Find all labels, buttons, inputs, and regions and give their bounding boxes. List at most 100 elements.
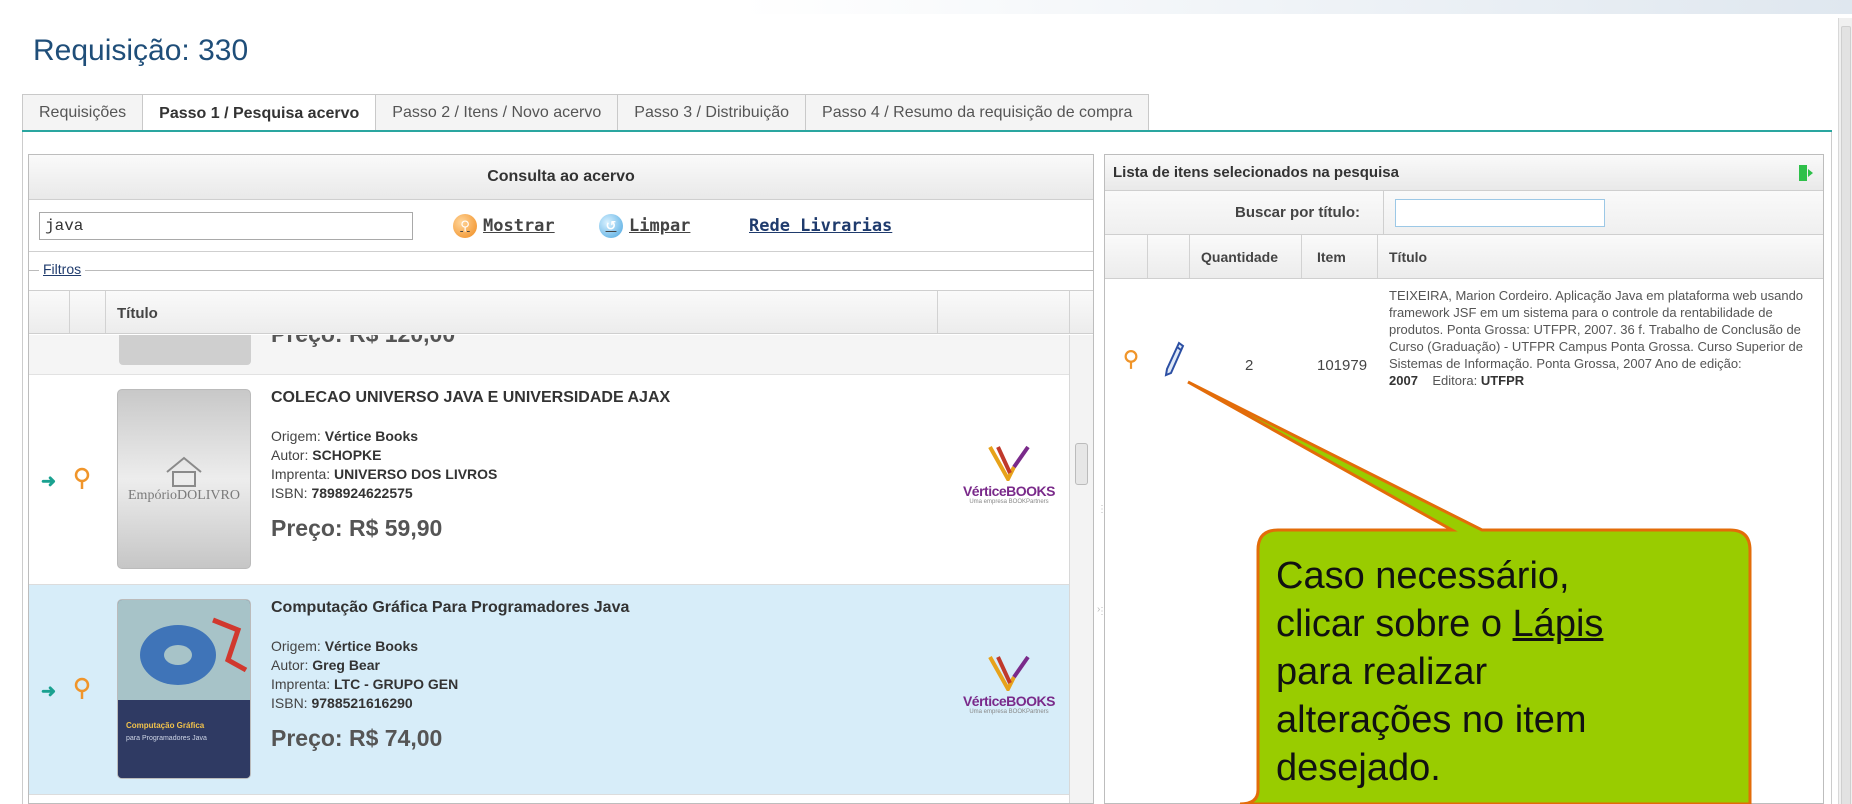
- autor-label: Autor:: [271, 657, 309, 673]
- col-divider: [937, 291, 938, 333]
- imprenta-value: LTC - GRUPO GEN: [334, 676, 459, 692]
- vendor-logo-text: VérticeBOOKS: [962, 483, 1056, 499]
- house-icon: [166, 456, 202, 487]
- svg-text:Computação Gráfica: Computação Gráfica: [126, 721, 205, 730]
- results-grid-header: Título: [29, 290, 1093, 334]
- editora-value: UTFPR: [1480, 373, 1525, 388]
- col-header-item[interactable]: Item: [1317, 249, 1346, 265]
- panel-splitter[interactable]: ⋮ › ⋮: [1094, 154, 1107, 804]
- col-header-titulo[interactable]: Título: [117, 305, 158, 322]
- search-pin-icon[interactable]: [1123, 349, 1139, 371]
- limpar-label: Limpar: [629, 216, 691, 236]
- col-header-quantidade[interactable]: Quantidade: [1201, 249, 1278, 265]
- autor-value: Greg Bear: [312, 657, 380, 673]
- book-title: Computação Gráfica Para Programadores Ja…: [271, 599, 630, 616]
- tab-passo-4[interactable]: Passo 4 / Resumo da requisição de compra: [805, 94, 1150, 130]
- cover-artwork: Computação Gráfica para Programadores Ja…: [118, 600, 250, 778]
- table-row[interactable]: ➜ Computação Gráfica para Programadores …: [29, 585, 1069, 795]
- col-divider: [105, 291, 106, 333]
- tab-passo-2[interactable]: Passo 2 / Itens / Novo acervo: [375, 94, 619, 130]
- mostrar-button[interactable]: ⚲ Mostrar: [453, 214, 555, 238]
- col-divider: [69, 291, 70, 333]
- callout-line: clicar sobre o Lápis: [1276, 600, 1736, 648]
- item-description-text: TEIXEIRA, Marion Cordeiro. Aplicação Jav…: [1389, 288, 1804, 371]
- vertice-v-icon: [988, 655, 1030, 691]
- results-scrollbar[interactable]: [1069, 335, 1093, 803]
- col-divider: [1147, 235, 1148, 278]
- isbn-label: ISBN:: [271, 695, 308, 711]
- callout-line: para realizar: [1276, 651, 1488, 693]
- search-input[interactable]: [39, 212, 413, 240]
- origem-label: Origem:: [271, 428, 321, 444]
- book-meta: Origem: Vértice Books Autor: Greg Bear I…: [271, 637, 458, 713]
- col-divider: [1383, 191, 1384, 234]
- isbn-value: 7898924622575: [311, 485, 413, 501]
- filtros-link[interactable]: Filtros: [39, 261, 86, 277]
- callout-lapis-word: Lápis: [1512, 603, 1604, 645]
- svg-text:para Programadores Java: para Programadores Java: [126, 735, 207, 742]
- col-divider: [1301, 235, 1302, 278]
- title-filter-input[interactable]: [1395, 199, 1605, 227]
- vertice-v-icon: [988, 445, 1030, 481]
- exit-icon[interactable]: [1797, 164, 1815, 182]
- limpar-button[interactable]: ↺ Limpar: [599, 214, 690, 238]
- search-pin-icon[interactable]: [73, 467, 91, 491]
- mostrar-label: Mostrar: [483, 216, 555, 236]
- pencil-icon[interactable]: [1163, 341, 1185, 377]
- autor-value: SCHOPKE: [312, 447, 382, 463]
- title-filter-label: Buscar por título:: [1235, 204, 1361, 221]
- book-price: Preço: R$ 59,90: [271, 515, 443, 541]
- item-value: 101979: [1317, 357, 1368, 374]
- vendor-logo-sub: Uma empresa BOOKPartners: [969, 709, 1049, 715]
- clear-icon: ↺: [599, 214, 623, 238]
- origem-value: Vértice Books: [324, 428, 419, 444]
- callout-line: alterações no item: [1276, 699, 1587, 741]
- rede-livrarias-link[interactable]: Rede Livrarias: [749, 216, 892, 236]
- book-cover: Computação Gráfica para Programadores Ja…: [117, 599, 251, 779]
- consulta-acervo-header: Consulta ao acervo: [29, 155, 1093, 200]
- imprenta-label: Imprenta:: [271, 466, 331, 482]
- book-cover: [119, 335, 251, 365]
- selected-items-header: Lista de itens selecionados na pesquisa: [1105, 155, 1823, 191]
- results-scrollbar-thumb[interactable]: [1075, 443, 1088, 485]
- item-description: TEIXEIRA, Marion Cordeiro. Aplicação Jav…: [1389, 287, 1819, 389]
- book-meta: Origem: Vértice Books Autor: SCHOPKE Imp…: [271, 427, 497, 503]
- page-scrollbar[interactable]: [1838, 18, 1852, 804]
- selected-items-grid-header: Quantidade Item Título: [1105, 235, 1823, 279]
- book-price: Preço: R$ 74,00: [271, 725, 443, 751]
- cover-brand: EmpórioDOLIVRO: [128, 488, 240, 503]
- add-arrow-icon[interactable]: ➜: [41, 681, 56, 702]
- callout-text: Caso necessário, clicar sobre o Lápis pa…: [1276, 552, 1736, 792]
- tab-bar: Requisições Passo 1 / Pesquisa acervo Pa…: [22, 94, 1150, 132]
- imprenta-label: Imprenta:: [271, 676, 331, 692]
- tab-requisicoes[interactable]: Requisições: [22, 94, 144, 130]
- consulta-acervo-panel: Consulta ao acervo ⚲ Mostrar ↺ Limpar Re…: [28, 154, 1094, 804]
- vertice-books-logo: VérticeBOOKS Uma empresa BOOKPartners: [957, 445, 1061, 515]
- col-divider: [1189, 235, 1190, 278]
- table-row[interactable]: Preço: R$ 120,00: [29, 335, 1069, 375]
- col-divider: [1377, 235, 1378, 278]
- table-row[interactable]: ➜ EmpórioDOLIVRO COLECAO UNIVERSO JAVA E…: [29, 375, 1069, 585]
- filtros-fieldset: Filtros: [29, 252, 1093, 290]
- selected-items-title: Lista de itens selecionados na pesquisa: [1113, 164, 1399, 181]
- filtros-divider: [29, 270, 1093, 271]
- add-arrow-icon[interactable]: ➜: [41, 471, 56, 492]
- vendor-logo-sub: Uma empresa BOOKPartners: [969, 499, 1049, 505]
- ano-value: 2007: [1389, 373, 1418, 388]
- tab-passo-3[interactable]: Passo 3 / Distribuição: [617, 94, 807, 130]
- quantidade-value: 2: [1245, 357, 1254, 374]
- isbn-value: 9788521616290: [311, 695, 413, 711]
- book-price: Preço: R$ 120,00: [271, 335, 455, 348]
- vertice-books-logo: VérticeBOOKS Uma empresa BOOKPartners: [957, 655, 1061, 725]
- page-scrollbar-thumb[interactable]: [1841, 26, 1851, 804]
- table-row[interactable]: 2 101979 TEIXEIRA, Marion Cordeiro. Apli…: [1105, 279, 1823, 449]
- title-filter-row: Buscar por título:: [1105, 191, 1823, 235]
- col-header-titulo[interactable]: Título: [1389, 249, 1427, 265]
- search-pin-icon[interactable]: [73, 677, 91, 701]
- top-gradient-bar: [0, 0, 1852, 14]
- callout-line: desejado.: [1276, 747, 1441, 789]
- page-title: Requisição: 330: [33, 34, 249, 67]
- book-cover: EmpórioDOLIVRO: [117, 389, 251, 569]
- tab-passo-1[interactable]: Passo 1 / Pesquisa acervo: [142, 94, 377, 132]
- search-row: ⚲ Mostrar ↺ Limpar Rede Livrarias: [29, 200, 1093, 252]
